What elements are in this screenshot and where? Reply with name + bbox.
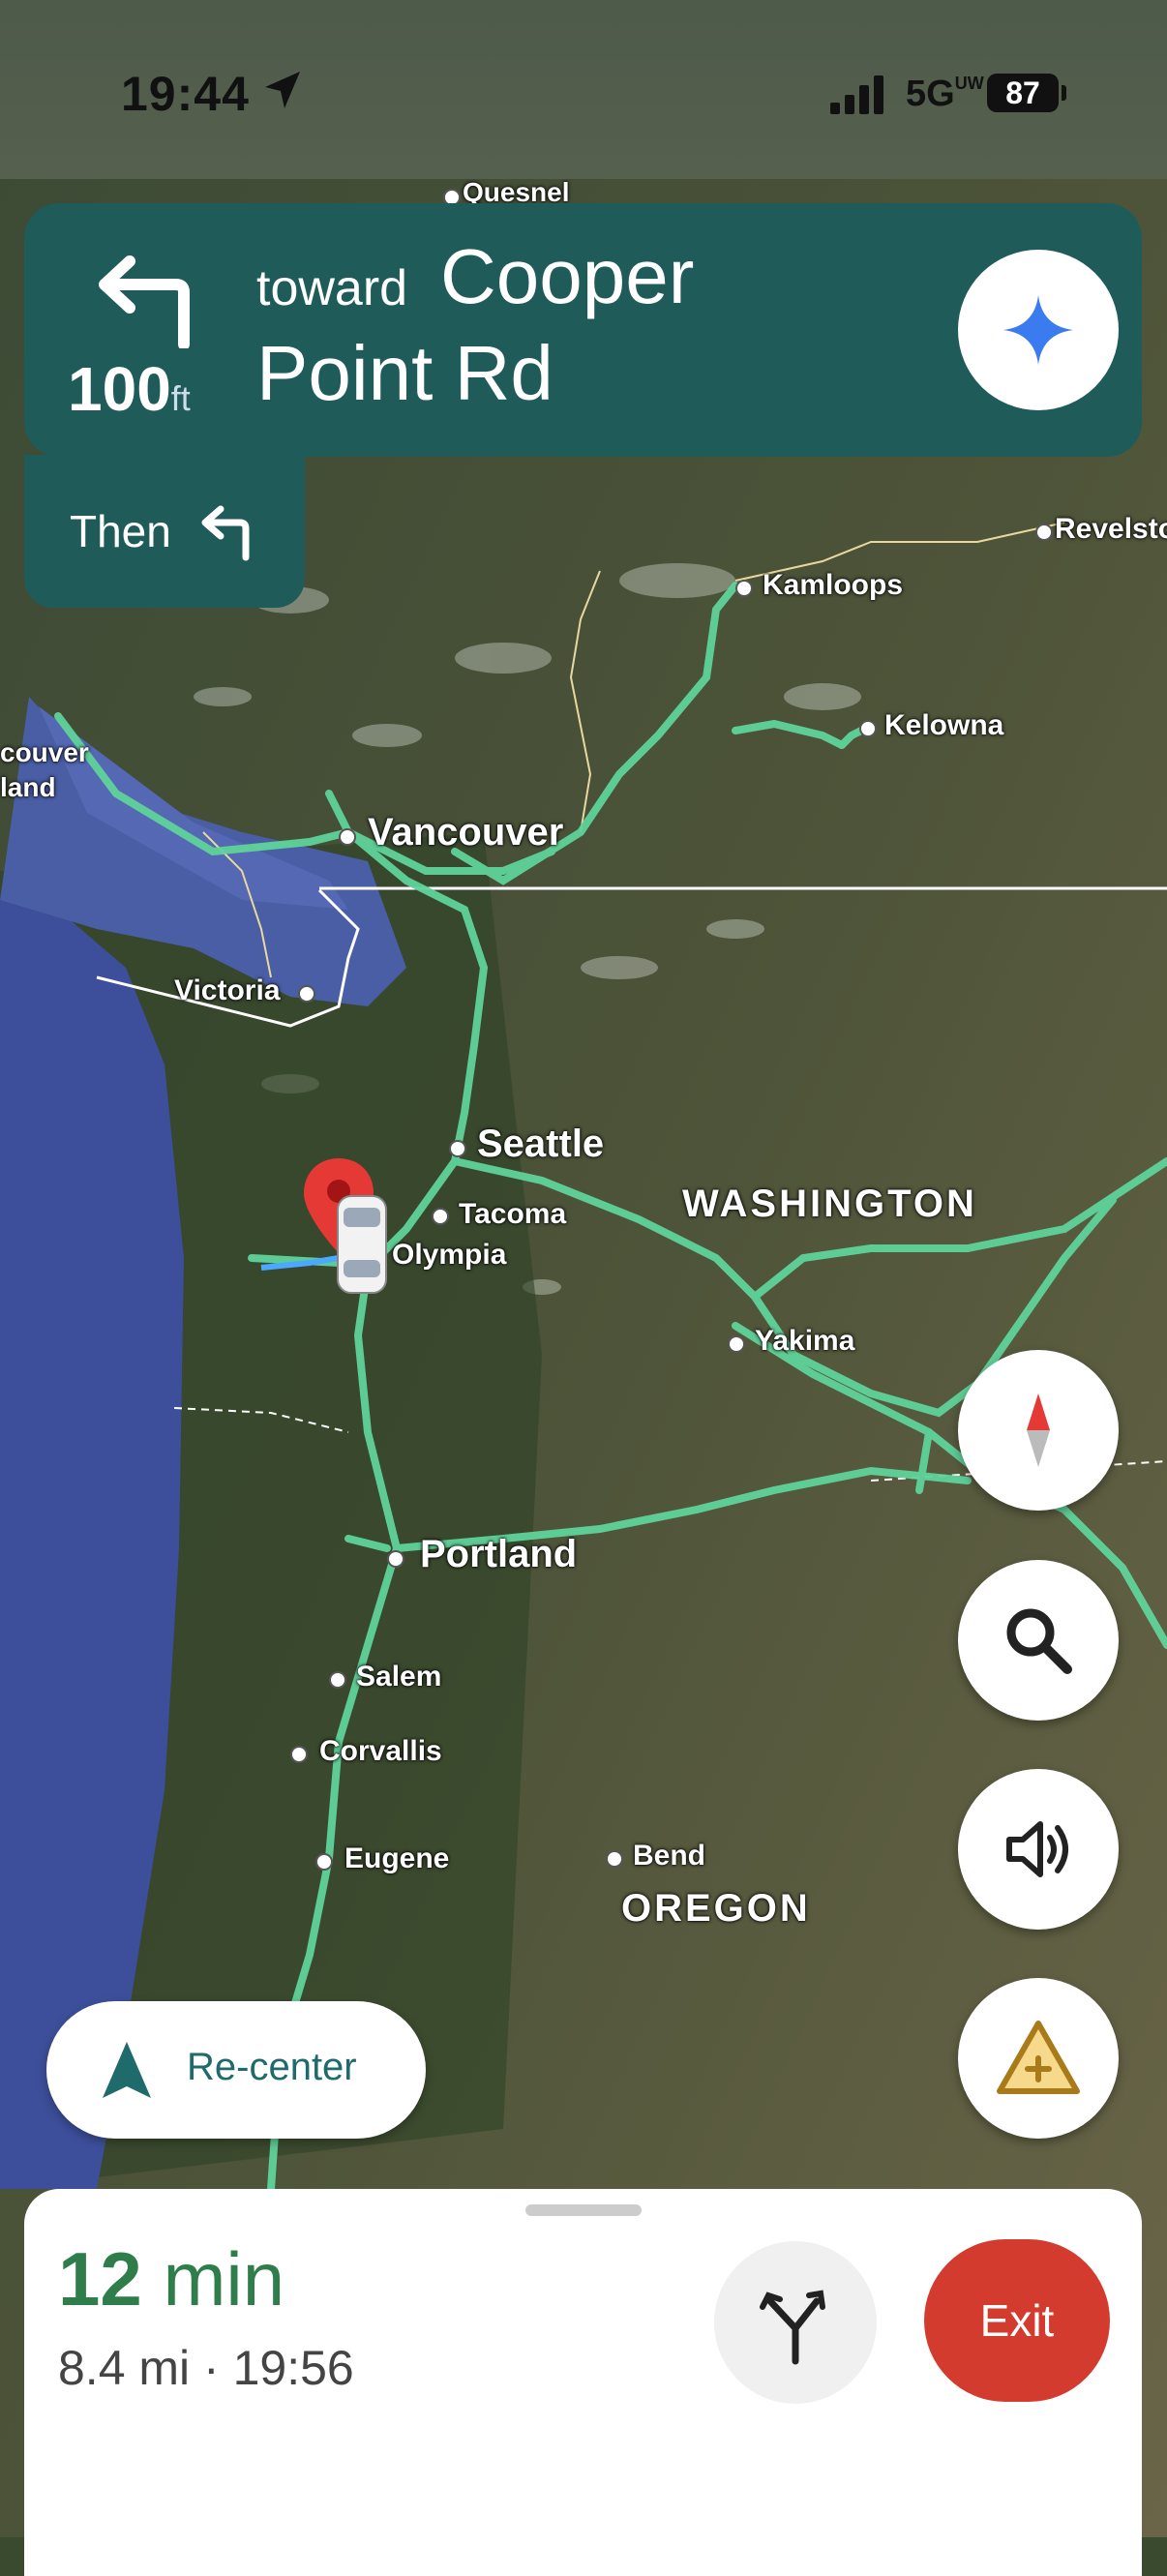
label-vancouver-island-1: couver [0, 737, 89, 767]
gemini-button[interactable] [958, 250, 1119, 410]
map-dot-kelowna [859, 720, 877, 737]
map-dot-victoria [298, 985, 315, 1003]
map-dot-seattle [449, 1140, 466, 1157]
navigation-arrow-icon [103, 2042, 151, 2098]
battery-indicator: 87 [987, 74, 1066, 112]
label-yakima: Yakima [755, 1325, 855, 1357]
exit-button[interactable]: Exit [924, 2239, 1110, 2402]
label-vancouver-island-2: land [0, 772, 56, 802]
volume-icon [1006, 1821, 1068, 1877]
map-dot-tacoma [432, 1208, 449, 1225]
map-dot-portland [387, 1550, 404, 1568]
trip-duration: 12 min [58, 2236, 285, 2321]
map-dot-yakima [728, 1335, 745, 1353]
volume-button[interactable] [958, 1769, 1119, 1930]
street-name-line-2: Point Rd [256, 330, 554, 416]
map-dot-corvallis [290, 1746, 308, 1763]
compass-icon [1027, 1393, 1050, 1467]
street-name-line-1: Cooper [440, 233, 695, 319]
label-olympia: Olympia [392, 1239, 507, 1271]
turn-left-icon [99, 255, 190, 348]
label-tacoma: Tacoma [459, 1198, 567, 1230]
report-incident-button[interactable] [958, 1978, 1119, 2139]
location-arrow-icon [265, 72, 300, 108]
map-dot-kamloops [735, 580, 753, 597]
car-icon [337, 1195, 387, 1294]
map-dot-salem [329, 1671, 346, 1689]
label-vancouver: Vancouver [368, 811, 564, 854]
map-dot-vancouver [339, 828, 356, 846]
recenter-label: Re-center [187, 2046, 357, 2088]
label-salem: Salem [356, 1661, 442, 1692]
sheet-drag-handle[interactable] [525, 2204, 642, 2216]
then-turn-left-icon [201, 505, 250, 561]
compass-button[interactable] [958, 1350, 1119, 1511]
label-bend: Bend [633, 1840, 705, 1872]
gemini-sparkle-icon [1003, 295, 1073, 365]
label-portland: Portland [420, 1533, 578, 1575]
label-washington: WASHINGTON [682, 1183, 977, 1225]
alternate-routes-icon [760, 2290, 825, 2365]
label-victoria: Victoria [174, 974, 281, 1006]
report-incident-icon [997, 2021, 1080, 2094]
signal-icon [830, 75, 883, 114]
search-icon [1006, 1608, 1072, 1674]
toward-label: toward [256, 260, 408, 316]
map-dot-eugene [315, 1853, 333, 1871]
status-time: 19:44 [121, 67, 250, 121]
recenter-button[interactable]: Re-center [46, 2001, 426, 2139]
label-kamloops: Kamloops [763, 569, 904, 601]
alternate-routes-button[interactable] [714, 2241, 877, 2404]
network-indicator: 5GUW [906, 74, 984, 114]
trip-distance-arrival: 8.4 mi · 19:56 [58, 2341, 354, 2395]
label-revelstoke: Revelsto [1055, 513, 1167, 545]
turn-distance: 100ft [68, 354, 191, 424]
search-button[interactable] [958, 1560, 1119, 1721]
label-oregon: OREGON [621, 1887, 811, 1930]
label-seattle: Seattle [477, 1123, 605, 1165]
then-label: Then [70, 506, 171, 556]
label-corvallis: Corvallis [319, 1735, 442, 1767]
map-dot-revelstoke [1035, 524, 1053, 541]
label-kelowna: Kelowna [884, 709, 1004, 741]
label-eugene: Eugene [344, 1842, 450, 1874]
map-dot-bend [606, 1850, 623, 1868]
